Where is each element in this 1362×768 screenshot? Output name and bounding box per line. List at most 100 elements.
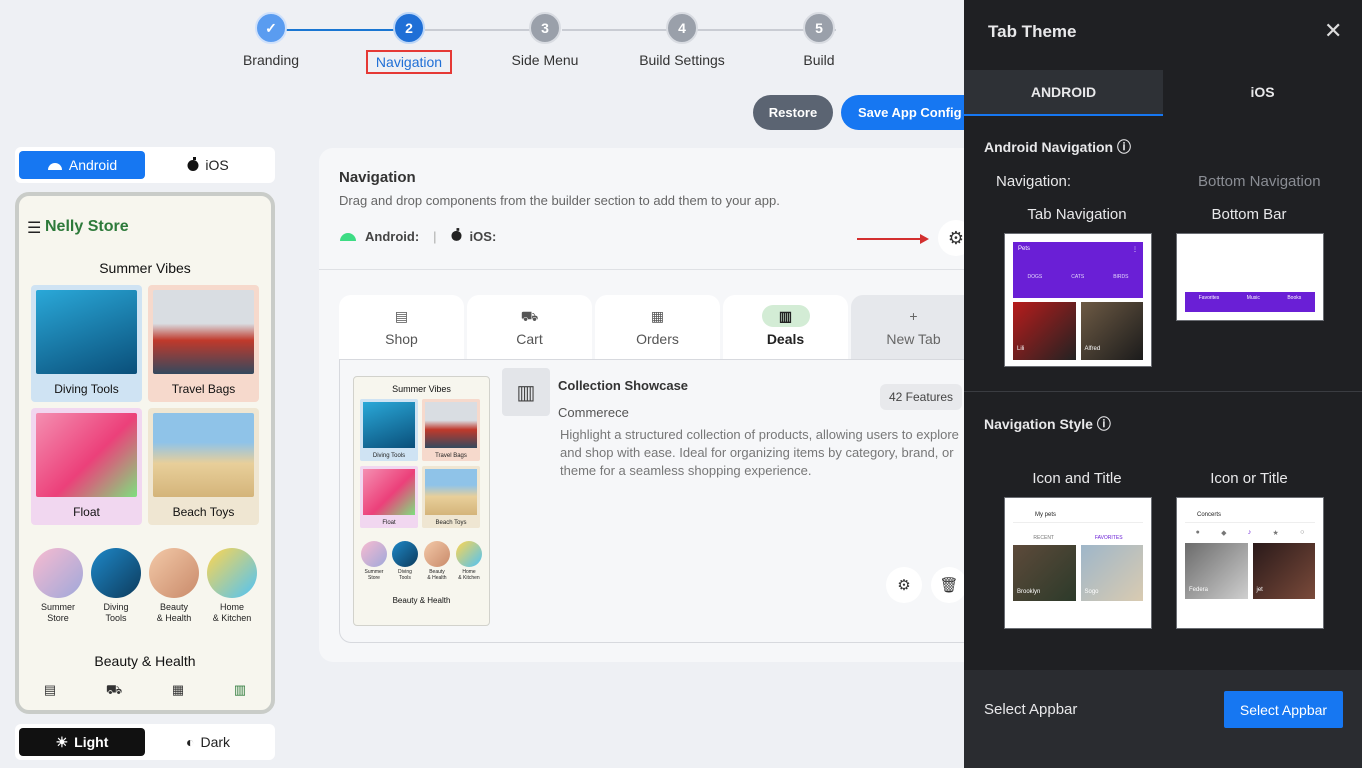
dog-image: Brooklyn bbox=[1013, 545, 1076, 601]
category-tile[interactable]: Travel Bags bbox=[148, 285, 259, 402]
circle-category[interactable]: Diving Tools bbox=[89, 548, 143, 624]
dog-image: Sogo bbox=[1080, 545, 1143, 601]
select-appbar-button[interactable]: Select Appbar bbox=[1224, 691, 1343, 728]
circle-category[interactable]: Beauty & Health bbox=[147, 548, 201, 624]
add-tab-button[interactable]: + New Tab bbox=[851, 295, 976, 359]
component-preview[interactable]: Summer Vibes Diving Tools Travel Bags Fl… bbox=[353, 376, 490, 626]
phone-preview: ☰ Nelly Store Summer Vibes Diving Tools … bbox=[15, 192, 275, 714]
info-icon[interactable]: ⓘ bbox=[1117, 139, 1131, 155]
preview-caption: Federa bbox=[1189, 587, 1209, 593]
circle-label: Home bbox=[219, 602, 244, 612]
tab-orders[interactable]: ▦ Orders bbox=[595, 295, 720, 359]
preview-circle-label: & Health bbox=[427, 575, 447, 581]
component-settings-button[interactable]: ⚙ bbox=[886, 567, 922, 603]
step-branding[interactable]: ✓ Branding bbox=[216, 12, 326, 70]
preview-footer: Beauty & Health bbox=[392, 596, 451, 605]
circle-category[interactable]: Summer Store bbox=[31, 548, 85, 624]
preview-tab: CATS bbox=[1071, 274, 1085, 280]
music-icon: ♪ bbox=[1247, 529, 1252, 536]
circle-category[interactable]: Home & Kitchen bbox=[205, 548, 259, 624]
icon-and-title-option[interactable]: My pets RECENT FAVORITES Brooklyn Sogo bbox=[1004, 497, 1152, 629]
preview-grid: Federa jet bbox=[1185, 543, 1315, 599]
section-title: Beauty & Health bbox=[94, 653, 196, 669]
circle-label: Diving bbox=[103, 602, 129, 612]
category-tile[interactable]: Beach Toys bbox=[148, 408, 259, 525]
circle-label: Summer bbox=[40, 602, 75, 612]
dark-theme-button[interactable]: ◐ Dark bbox=[145, 728, 271, 756]
navigation-value: Bottom Navigation bbox=[1198, 173, 1321, 190]
category-tile[interactable]: Float bbox=[31, 408, 142, 525]
menu-icon[interactable]: ☰ bbox=[27, 218, 41, 238]
preview-title: Pets bbox=[1018, 246, 1031, 252]
icon-or-title-option[interactable]: Concerts ● ◆ ♪ ★ ○ Federa jet bbox=[1176, 497, 1324, 629]
luggage-image bbox=[153, 290, 254, 374]
android-icon bbox=[339, 229, 357, 244]
preview-tabs: RECENT FAVORITES bbox=[1013, 523, 1143, 545]
store-name: Nelly Store bbox=[45, 218, 129, 235]
circle-label: Beauty bbox=[159, 602, 189, 612]
preview-circle-label: Tools bbox=[399, 575, 411, 581]
bottom-bar-option[interactable]: Favorites Music Books bbox=[1176, 233, 1324, 321]
ios-toggle-label: iOS bbox=[205, 157, 229, 173]
owl-image: Alfred bbox=[1080, 302, 1143, 360]
drawer-platform-tabs: ANDROID iOS bbox=[964, 70, 1362, 116]
step-side-menu[interactable]: 3 Side Menu bbox=[490, 12, 600, 70]
cart-icon[interactable]: ⛟ bbox=[106, 682, 122, 700]
preview-tab: DOGS bbox=[1027, 274, 1043, 280]
step-build[interactable]: 5 Build bbox=[764, 12, 874, 70]
option-label: Bottom Bar bbox=[1211, 206, 1287, 223]
close-icon[interactable]: ✕ bbox=[1324, 18, 1342, 44]
section-label: Android Navigation bbox=[984, 139, 1114, 155]
tab-android[interactable]: ANDROID bbox=[964, 70, 1163, 116]
shop-icon[interactable]: ▤ bbox=[44, 682, 56, 700]
float-image bbox=[36, 413, 137, 497]
apple-icon bbox=[187, 156, 199, 174]
tab-deals[interactable]: ▥ Deals bbox=[723, 295, 848, 359]
tab-ios[interactable]: iOS bbox=[1163, 70, 1362, 116]
preview-title: My pets bbox=[1013, 506, 1143, 523]
gear-icon: ⚙ bbox=[897, 577, 911, 594]
preview-caption: Brooklyn bbox=[1017, 589, 1041, 595]
tab-cart[interactable]: ⛟ Cart bbox=[467, 295, 592, 359]
info-icon[interactable]: ⓘ bbox=[1097, 416, 1111, 432]
step-number: 3 bbox=[529, 12, 561, 44]
preview-tile: Travel Bags bbox=[422, 399, 480, 461]
save-config-button[interactable]: Save App Config bbox=[841, 95, 971, 130]
orders-icon[interactable]: ▦ bbox=[172, 682, 184, 700]
delete-component-button[interactable]: 🗑 bbox=[931, 567, 967, 603]
preview-tile-label: Beach Toys bbox=[435, 520, 467, 526]
tab-shop[interactable]: ▤ Shop bbox=[339, 295, 464, 359]
preview-bottom-item: Favorites bbox=[1198, 295, 1220, 301]
tab-navigation-option[interactable]: Pets ⋮ DOGS CATS BIRDS Lili Alfred bbox=[1004, 233, 1152, 367]
category-tile[interactable]: Diving Tools bbox=[31, 285, 142, 402]
tab-label: Deals bbox=[766, 331, 805, 347]
android-toggle[interactable]: Android bbox=[19, 151, 145, 179]
float-image bbox=[363, 469, 415, 515]
star-icon: ★ bbox=[1272, 530, 1279, 537]
restore-button[interactable]: Restore bbox=[753, 95, 833, 130]
orders-icon: ▦ bbox=[650, 308, 665, 324]
android-label: Android: bbox=[365, 228, 420, 244]
step-label: Build bbox=[803, 52, 835, 68]
category-image bbox=[33, 548, 83, 598]
shop-icon: ▤ bbox=[394, 308, 409, 324]
preview-caption: Sogo bbox=[1084, 589, 1099, 595]
step-build-settings[interactable]: 4 Build Settings bbox=[627, 12, 737, 70]
component-title: Collection Showcase bbox=[558, 378, 689, 393]
option-label: Tab Navigation bbox=[1027, 206, 1127, 223]
tab-label: Orders bbox=[636, 331, 679, 347]
preview-tile: Float bbox=[360, 466, 418, 528]
step-label: Side Menu bbox=[511, 52, 579, 68]
deals-icon[interactable]: ▥ bbox=[234, 682, 246, 700]
preview-grid: Brooklyn Sogo bbox=[1013, 545, 1143, 601]
preview-tile: Beach Toys bbox=[422, 466, 480, 528]
theme-toggle: ☀ Light ◐ Dark bbox=[15, 724, 275, 760]
step-navigation[interactable]: 2 Navigation bbox=[354, 12, 464, 74]
diving-image bbox=[36, 290, 137, 374]
light-theme-button[interactable]: ☀ Light bbox=[19, 728, 145, 756]
category-image bbox=[456, 541, 482, 567]
diving-image bbox=[363, 402, 415, 448]
ios-toggle[interactable]: iOS bbox=[145, 151, 271, 179]
preview-tile-label: Diving Tools bbox=[372, 453, 406, 459]
tile-label: Travel Bags bbox=[171, 382, 236, 396]
